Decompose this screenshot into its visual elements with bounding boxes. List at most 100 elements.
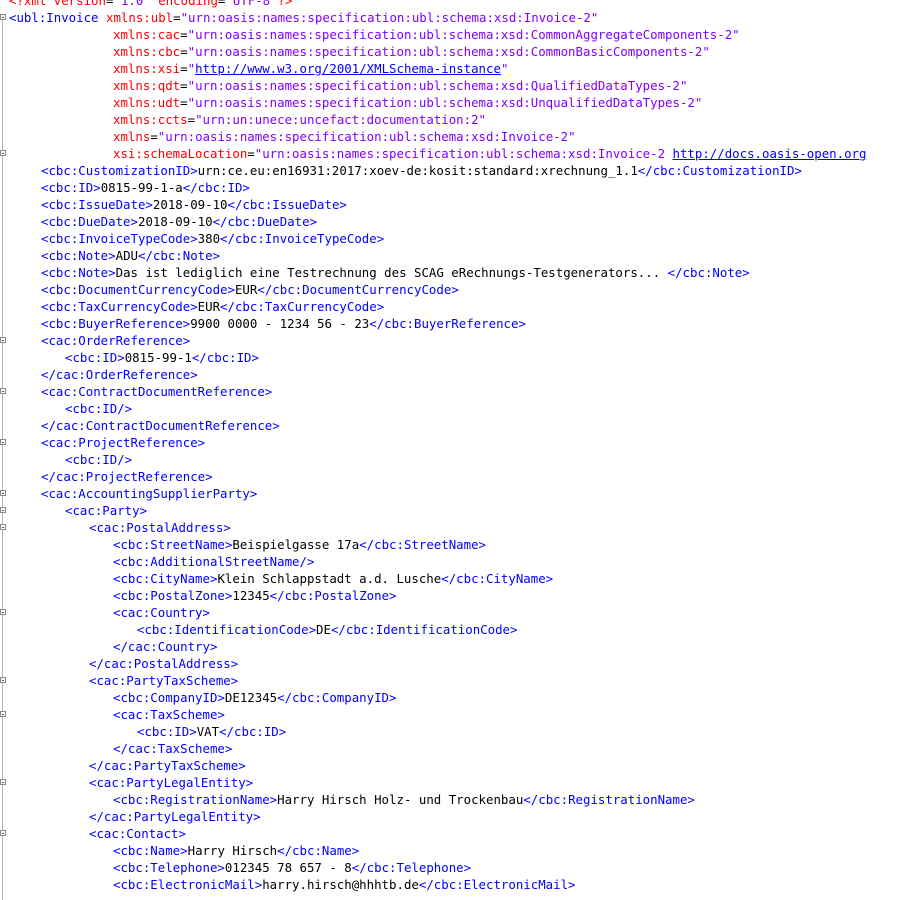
code-token: "urn:un:unece:uncefact:documentation:2" <box>195 112 487 127</box>
code-token: <cac:AccountingSupplierParty> <box>41 486 258 501</box>
code-token: "urn:oasis:names:specification:ubl:schem… <box>187 95 703 110</box>
code-token: <cac:Contact> <box>89 826 186 841</box>
code-token: 9900 0000 - 1234 56 - 23 <box>190 316 370 331</box>
code-token: <cac:Party> <box>65 503 148 518</box>
code-token: " <box>500 61 509 76</box>
code-token: xmlns:ccts <box>113 112 188 127</box>
code-line: <cbc:AdditionalStreetName/> <box>0 553 866 570</box>
code-token: "urn:oasis:names:specification:ubl:schem… <box>180 10 599 25</box>
code-token: harry.hirsch@hhhtb.de <box>262 877 419 892</box>
code-token: </cac:ContractDocumentReference> <box>41 418 280 433</box>
code-link[interactable]: http://www.w3.org/2001/XMLSchema-instanc… <box>195 61 501 76</box>
code-line: <cbc:ID/> <box>0 400 866 417</box>
code-token: xmlns:ubl <box>105 10 174 25</box>
code-token: </cbc:CompanyID> <box>277 690 397 705</box>
code-token: </cbc:CityName> <box>441 571 554 586</box>
code-token: 0815-99-1 <box>124 350 192 365</box>
code-token: = <box>180 27 188 42</box>
code-line: <cbc:ID>VAT</cbc:ID> <box>0 723 866 740</box>
code-token: "urn:oasis:names:specification:ubl:schem… <box>187 27 740 42</box>
code-token: <cac:TaxScheme> <box>113 707 225 722</box>
code-line: <ubl:Invoice xmlns:ubl="urn:oasis:names:… <box>0 9 866 26</box>
code-token: <cac:OrderReference> <box>41 333 191 348</box>
code-line: <cbc:ID/> <box>0 451 866 468</box>
code-link[interactable]: http://docs.oasis-open.org <box>673 146 867 161</box>
code-token: 2018-09-10 <box>152 197 228 212</box>
code-line: <cbc:ID>0815-99-1-a</cbc:ID> <box>0 179 866 196</box>
code-line: xmlns="urn:oasis:names:specification:ubl… <box>0 128 866 145</box>
code-token: 12345 <box>232 588 270 603</box>
code-token: "urn:oasis:names:specification:ubl:schem… <box>187 78 688 93</box>
code-token: 2018-09-10 <box>137 214 213 229</box>
code-token: ?> <box>277 0 293 8</box>
code-area[interactable]: <?xml version="1.0" encoding="UTF-8"?> <u… <box>0 0 866 893</box>
code-line: <cbc:PostalZone>12345</cbc:PostalZone> <box>0 587 866 604</box>
code-line: </cac:PartyTaxScheme> <box>0 757 866 774</box>
code-token: "1.0" <box>113 0 151 8</box>
code-token: <cbc:ID> <box>137 724 197 739</box>
code-line: </cac:PartyLegalEntity> <box>0 808 866 825</box>
code-token: <cbc:TaxCurrencyCode> <box>41 299 198 314</box>
code-token: = <box>180 44 188 59</box>
code-line: <cbc:DocumentCurrencyCode>EUR</cbc:Docum… <box>0 281 866 298</box>
code-token: <cac:ProjectReference> <box>41 435 206 450</box>
code-line: <cbc:IssueDate>2018-09-10</cbc:IssueDate… <box>0 196 866 213</box>
code-line: </cac:OrderReference> <box>0 366 866 383</box>
code-token: = <box>150 129 158 144</box>
code-line: <cbc:IdentificationCode>DE</cbc:Identifi… <box>0 621 866 638</box>
code-token: </cac:TaxScheme> <box>113 741 233 756</box>
code-token: </cbc:DueDate> <box>212 214 318 229</box>
code-token: xmlns:xsi <box>113 61 181 76</box>
code-token: xmlns <box>113 129 151 144</box>
code-token: Klein Schlappstadt a.d. Lusche <box>217 571 442 586</box>
code-line: <cbc:ElectronicMail>harry.hirsch@hhhtb.d… <box>0 876 866 893</box>
code-line: </cac:ContractDocumentReference> <box>0 417 866 434</box>
code-token: <cbc:StreetName> <box>113 537 233 552</box>
code-line: <?xml version="1.0" encoding="UTF-8"?> <box>0 0 866 9</box>
code-line: <cac:Contact> <box>0 825 866 842</box>
code-line: <cac:PostalAddress> <box>0 519 866 536</box>
code-token: </cbc:ID> <box>182 180 250 195</box>
code-token: <ubl:Invoice <box>9 10 106 25</box>
code-token: xmlns:cbc <box>113 44 181 59</box>
code-line: <cbc:Note>Das ist lediglich eine Testrec… <box>0 264 866 281</box>
code-token: 0815-99-1-a <box>100 180 183 195</box>
code-line: <cbc:ID>0815-99-1</cbc:ID> <box>0 349 866 366</box>
code-line: <cac:PartyLegalEntity> <box>0 774 866 791</box>
code-token: <cbc:IdentificationCode> <box>137 622 317 637</box>
code-token: </cbc:InvoiceTypeCode> <box>220 231 385 246</box>
code-token: <cbc:PostalZone> <box>113 588 233 603</box>
code-token: <cac:ContractDocumentReference> <box>41 384 273 399</box>
code-token: EUR <box>234 282 258 297</box>
code-token: VAT <box>196 724 220 739</box>
code-token: <cbc:CompanyID> <box>113 690 225 705</box>
code-line: <cbc:InvoiceTypeCode>380</cbc:InvoiceTyp… <box>0 230 866 247</box>
code-token: <cbc:DocumentCurrencyCode> <box>41 282 235 297</box>
code-token: "urn:oasis:names:specification:ubl:schem… <box>157 129 576 144</box>
code-line: <cbc:CityName>Klein Schlappstadt a.d. Lu… <box>0 570 866 587</box>
code-token: </cbc:BuyerReference> <box>369 316 526 331</box>
code-token: </cbc:ID> <box>219 724 287 739</box>
code-line: </cac:TaxScheme> <box>0 740 866 757</box>
code-token: </cbc:ID> <box>191 350 259 365</box>
code-token: <cbc:BuyerReference> <box>41 316 191 331</box>
code-token: = <box>247 146 255 161</box>
code-token: </cac:ProjectReference> <box>41 469 213 484</box>
code-token: </cbc:TaxCurrencyCode> <box>220 299 385 314</box>
xml-editor[interactable]: <?xml version="1.0" encoding="UTF-8"?> <u… <box>0 0 913 900</box>
code-token: <cbc:RegistrationName> <box>113 792 278 807</box>
code-token: EUR <box>197 299 221 314</box>
code-line: xmlns:cac="urn:oasis:names:specification… <box>0 26 866 43</box>
code-token: "urn:oasis:names:specification:ubl:schem… <box>187 44 710 59</box>
code-token: xsi:schemaLocation <box>113 146 248 161</box>
code-line: <cbc:CompanyID>DE12345</cbc:CompanyID> <box>0 689 866 706</box>
code-token: = <box>180 78 188 93</box>
code-token: <cbc:ID> <box>41 180 101 195</box>
code-token: <cbc:CityName> <box>113 571 218 586</box>
code-token: </cac:Country> <box>113 639 218 654</box>
code-line: <cac:TaxScheme> <box>0 706 866 723</box>
code-line: xmlns:ccts="urn:un:unece:uncefact:docume… <box>0 111 866 128</box>
code-line: <cbc:TaxCurrencyCode>EUR</cbc:TaxCurrenc… <box>0 298 866 315</box>
code-line: xsi:schemaLocation="urn:oasis:names:spec… <box>0 145 866 162</box>
code-token: Harry Hirsch <box>187 843 278 858</box>
